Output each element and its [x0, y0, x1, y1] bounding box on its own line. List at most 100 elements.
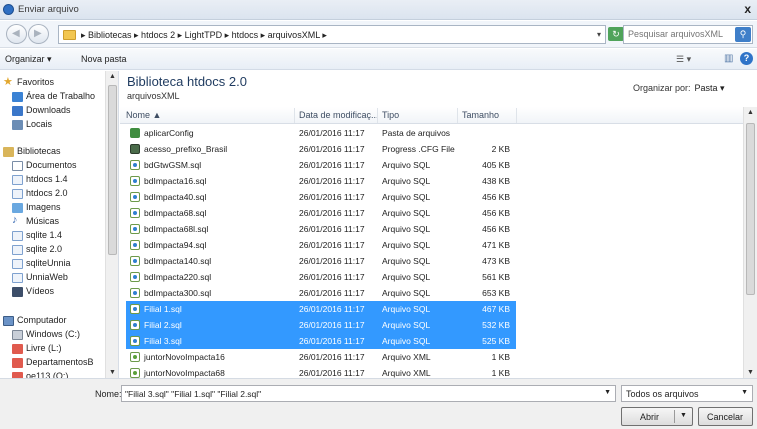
file-date: 26/01/2016 11:17 — [299, 240, 365, 250]
new-folder-button[interactable]: Nova pasta — [81, 54, 127, 64]
file-type: Arquivo SQL — [382, 192, 431, 202]
browser-icon — [3, 4, 14, 15]
breadcrumb[interactable]: ▸ Bibliotecas ▸ htdocs 2 ▸ LightTPD ▸ ht… — [58, 25, 606, 44]
file-name: bdImpacta16.sql — [144, 176, 207, 186]
open-button[interactable]: Abrir ▼ — [621, 407, 693, 426]
arrange-value[interactable]: Pasta ▾ — [695, 83, 725, 93]
sidebar-item-label: sqlite 1.4 — [26, 230, 63, 240]
scroll-down-icon[interactable]: ▼ — [109, 369, 116, 376]
file-name: acesso_prefixo_Brasil — [144, 144, 228, 154]
images-icon — [12, 203, 23, 213]
column-divider[interactable] — [294, 108, 295, 123]
file-name: aplicarConfig — [144, 128, 194, 138]
file-name-input[interactable] — [125, 389, 599, 399]
column-divider[interactable] — [457, 108, 458, 123]
sidebar-item-label: Favoritos — [17, 77, 55, 87]
file-name-field[interactable]: ▼ — [121, 385, 616, 402]
refresh-button[interactable]: ↻ — [608, 27, 624, 41]
sql-file-icon — [130, 304, 140, 314]
forward-button[interactable]: ▶ — [28, 24, 49, 44]
file-row[interactable]: bdImpacta94.sql 26/01/2016 11:17 Arquivo S… — [120, 237, 743, 253]
scroll-thumb[interactable] — [108, 85, 117, 255]
file-row[interactable]: bdImpacta140.sql 26/01/2016 11:17 Arquivo … — [120, 253, 743, 269]
file-type: Arquivo SQL — [382, 304, 431, 314]
file-name: Filial 1.sql — [144, 304, 182, 314]
preview-pane-icon[interactable]: ▥ — [724, 53, 733, 64]
sidebar-item-label: Windows (C:) — [26, 329, 81, 339]
column-type[interactable]: Tipo — [382, 110, 399, 123]
chevron-down-icon[interactable]: ▼ — [741, 389, 748, 396]
organize-button[interactable]: Organizar ▾ — [5, 54, 52, 65]
file-row[interactable]: Filial 3.sql 26/01/2016 11:17 Arquivo SQL 5… — [120, 333, 743, 349]
column-divider[interactable] — [377, 108, 378, 123]
sidebar-item-label: Downloads — [26, 105, 71, 115]
file-size: 467 KB — [482, 304, 510, 314]
file-row[interactable]: Filial 2.sql 26/01/2016 11:17 Arquivo SQL 5… — [120, 317, 743, 333]
column-size[interactable]: Tamanho — [462, 110, 499, 123]
nav-scrollbar[interactable]: ▲ ▼ — [105, 71, 118, 378]
file-name: bdImpacta140.sql — [144, 256, 212, 266]
chevron-down-icon[interactable]: ▼ — [680, 412, 687, 419]
file-row[interactable]: bdImpacta300.sql 26/01/2016 11:17 Arquivo … — [120, 285, 743, 301]
sidebar-item-label: htdocs 2.0 — [26, 188, 68, 198]
column-divider[interactable] — [516, 108, 517, 123]
back-button[interactable]: ◀ — [6, 24, 27, 44]
sidebar-item-label: Computador — [17, 315, 67, 325]
file-row[interactable]: aplicarConfig 26/01/2016 11:17 Pasta de ar… — [120, 125, 743, 141]
file-row[interactable]: bdImpacta220.sql 26/01/2016 11:17 Arquivo … — [120, 269, 743, 285]
open-button-label: Abrir — [640, 412, 660, 422]
file-row[interactable]: Filial 1.sql 26/01/2016 11:17 Arquivo SQL 4… — [120, 301, 743, 317]
network-drive-icon — [12, 358, 23, 368]
library-header: Biblioteca htdocs 2.0 arquivosXML Organi… — [120, 71, 757, 106]
scroll-up-icon[interactable]: ▲ — [109, 73, 116, 80]
view-options-icon[interactable]: ☰ ▾ — [676, 54, 691, 65]
chevron-down-icon[interactable]: ▼ — [604, 389, 611, 396]
sql-file-icon — [130, 176, 140, 186]
file-row[interactable]: juntorNovoImpacta16 26/01/2016 11:17 Arqui… — [120, 349, 743, 365]
cancel-button[interactable]: Cancelar — [698, 407, 753, 426]
file-row[interactable]: bdImpacta16.sql 26/01/2016 11:17 Arquivo S… — [120, 173, 743, 189]
sidebar-item-label: UnniaWeb — [26, 272, 68, 282]
column-date[interactable]: Data de modificaç... — [299, 110, 379, 123]
file-row[interactable]: acesso_prefixo_Brasil 26/01/2016 11:17 Pro… — [120, 141, 743, 157]
dialog-footer: Nome: ▼ Todos os arquivos ▼ Abrir ▼ Canc… — [0, 378, 757, 429]
file-row[interactable]: bdImpacta68l.sql 26/01/2016 11:17 Arquivo … — [120, 221, 743, 237]
library-folder-icon — [12, 245, 23, 255]
sql-file-icon — [130, 336, 140, 346]
file-type-value: Todos os arquivos — [626, 389, 699, 399]
file-size: 473 KB — [482, 256, 510, 266]
file-size: 1 KB — [491, 368, 510, 378]
sql-file-icon — [130, 288, 140, 298]
close-button[interactable]: x — [744, 2, 751, 16]
file-size: 525 KB — [482, 336, 510, 346]
search-input[interactable] — [628, 29, 732, 39]
file-type-filter[interactable]: Todos os arquivos ▼ — [621, 385, 753, 402]
file-type: Progress .CFG File — [382, 144, 455, 154]
search-icon[interactable]: ⚲ — [735, 27, 751, 42]
scroll-down-icon[interactable]: ▼ — [747, 369, 754, 376]
file-row[interactable]: bdImpacta68.sql 26/01/2016 11:17 Arquivo S… — [120, 205, 743, 221]
file-list-scrollbar[interactable]: ▲ ▼ — [743, 107, 757, 378]
chevron-down-icon[interactable]: ▾ — [597, 30, 601, 39]
scroll-thumb[interactable] — [746, 123, 755, 295]
file-row[interactable]: bdImpacta40.sql 26/01/2016 11:17 Arquivo S… — [120, 189, 743, 205]
file-name-label: Nome: — [95, 389, 122, 399]
breadcrumb-path[interactable]: ▸ Bibliotecas ▸ htdocs 2 ▸ LightTPD ▸ ht… — [81, 30, 327, 41]
file-size: 471 KB — [482, 240, 510, 250]
help-icon[interactable]: ? — [740, 52, 753, 65]
sidebar-item-label: Imagens — [26, 202, 61, 212]
file-row[interactable]: bdGtwGSM.sql 26/01/2016 11:17 Arquivo SQL 4… — [120, 157, 743, 173]
column-name[interactable]: Nome ▲ — [126, 110, 161, 123]
sql-file-icon — [130, 192, 140, 202]
sidebar-item-label: Bibliotecas — [17, 146, 61, 156]
scroll-up-icon[interactable]: ▲ — [747, 109, 754, 116]
arrange-by[interactable]: Organizar por: Pasta ▾ — [633, 83, 725, 94]
file-name: juntorNovoImpacta68 — [144, 368, 225, 378]
search-box[interactable]: ⚲ — [623, 25, 753, 44]
library-folder-icon — [12, 259, 23, 269]
address-bar: ◀ ▶ ▸ Bibliotecas ▸ htdocs 2 ▸ LightTPD … — [0, 21, 757, 48]
column-header: Nome ▲ Data de modificaç... Tipo Tamanho — [120, 107, 743, 124]
music-icon: ♪ — [12, 214, 18, 226]
file-type: Arquivo SQL — [382, 272, 431, 282]
sql-file-icon — [130, 224, 140, 234]
